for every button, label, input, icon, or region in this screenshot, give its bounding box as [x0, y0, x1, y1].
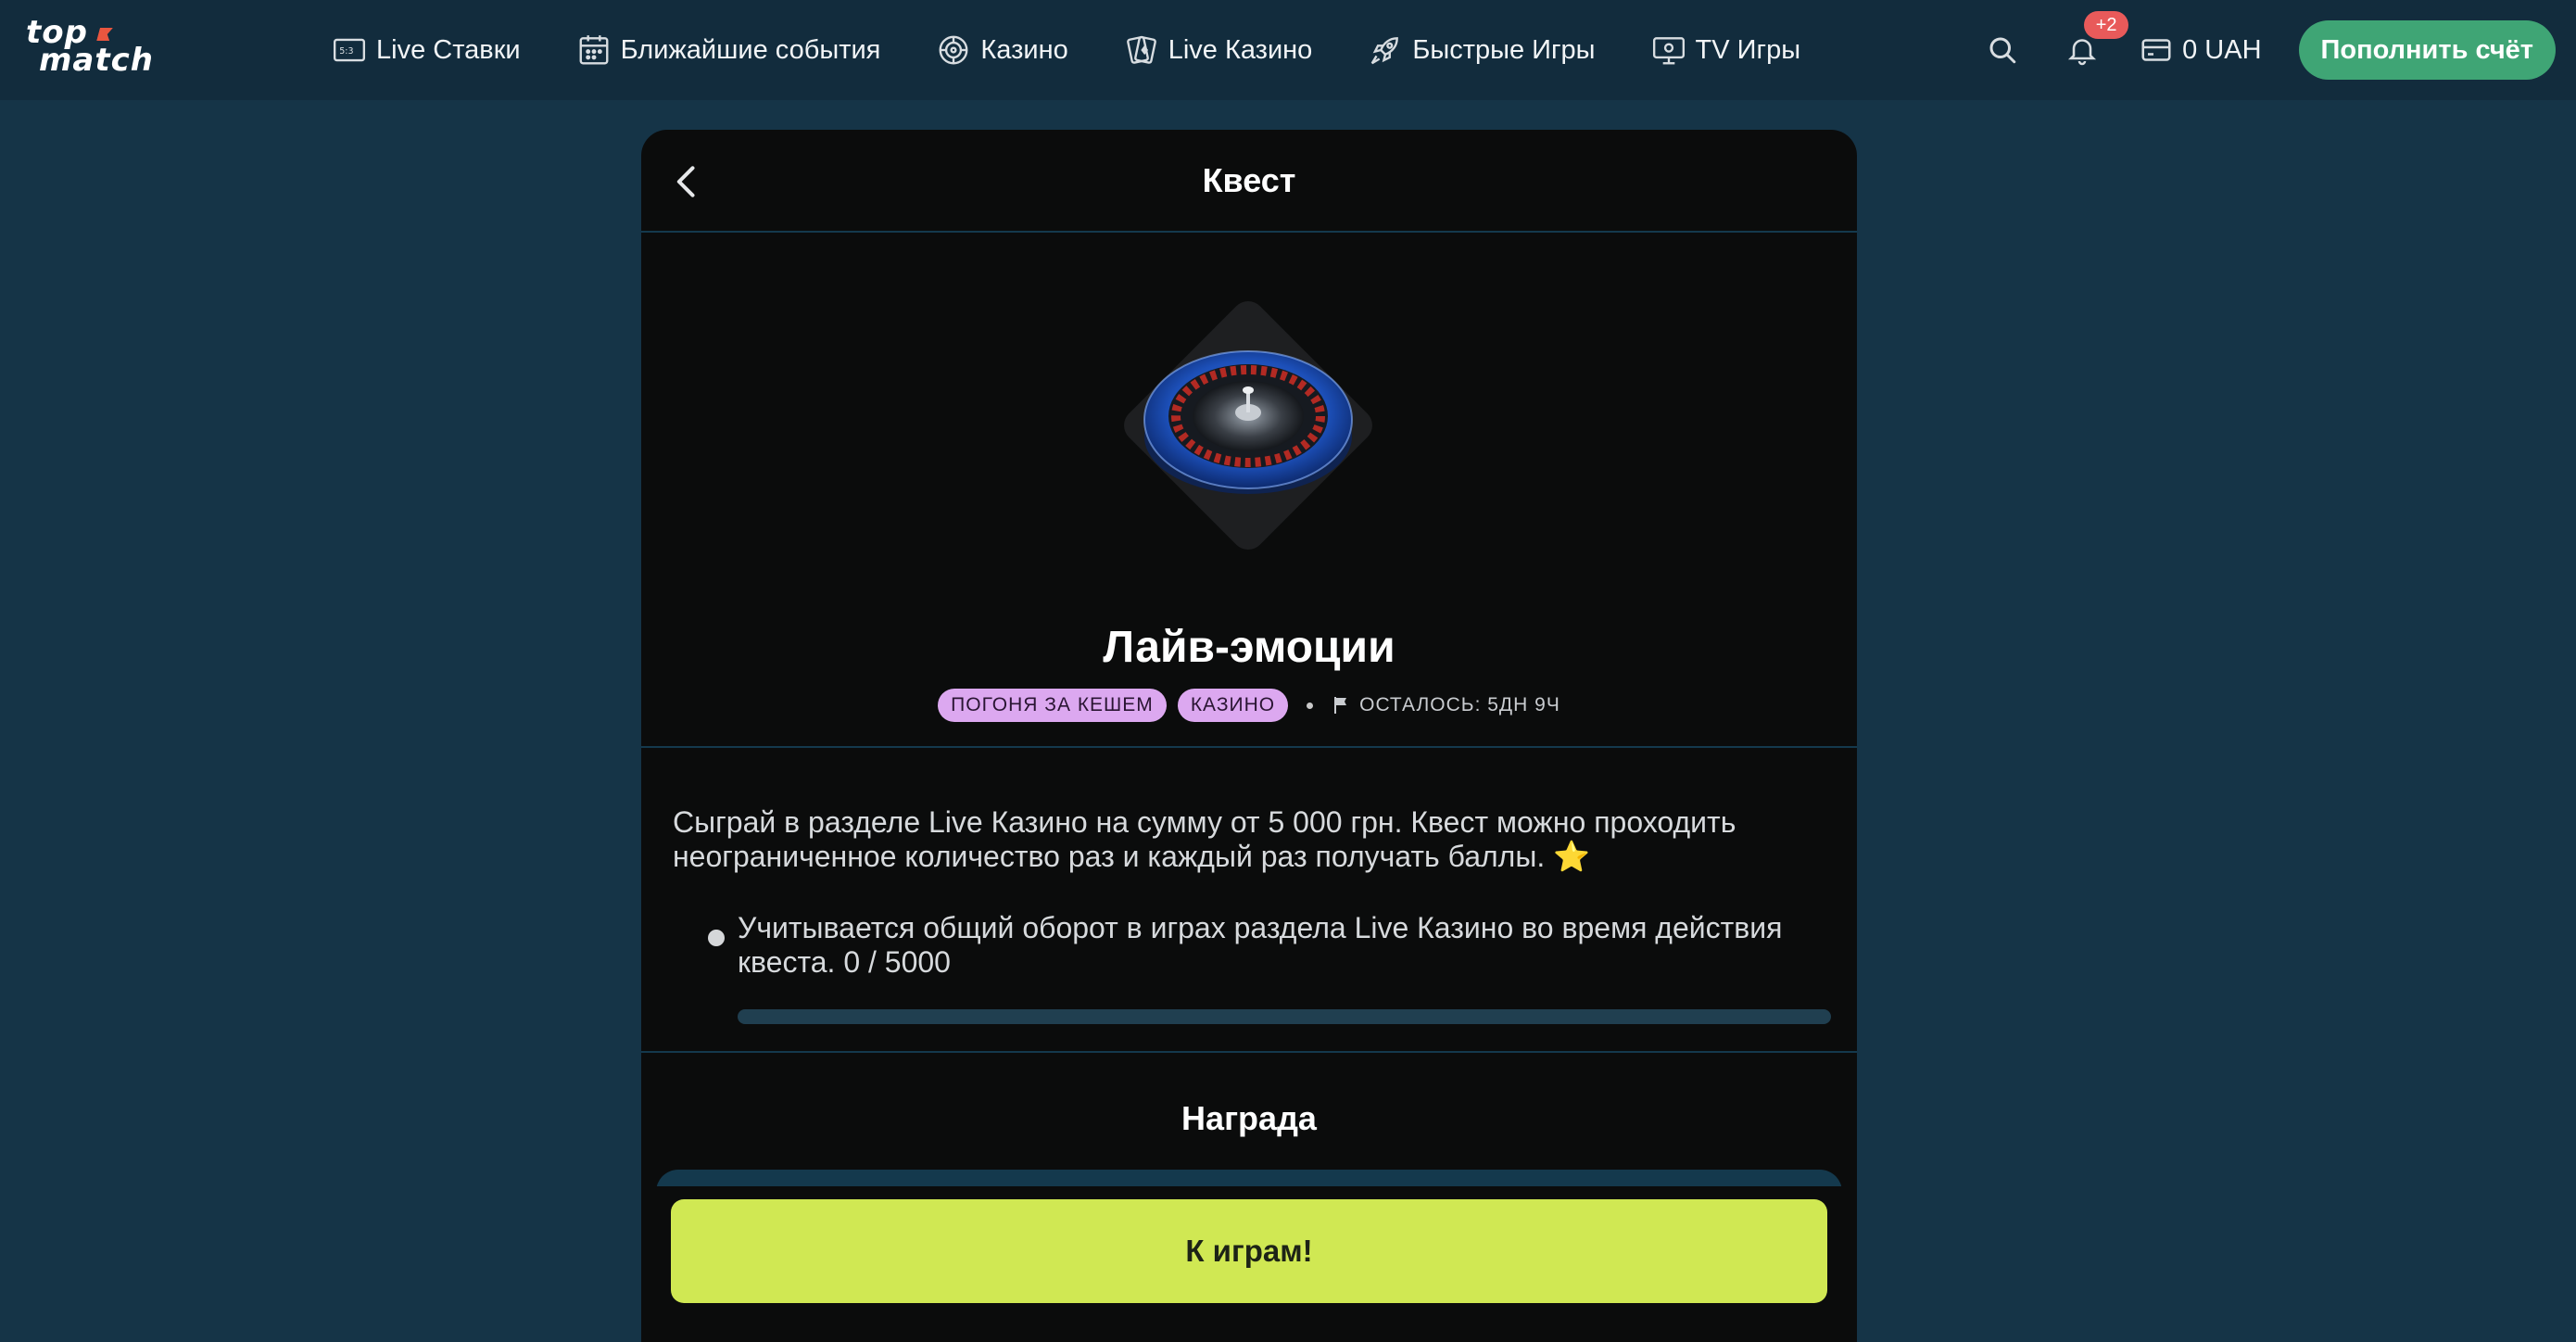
notifications-button[interactable]: +2 — [2064, 11, 2129, 69]
nav-item-fast-games[interactable]: Быстрые Игры — [1368, 0, 1596, 100]
search-icon — [1989, 37, 2016, 64]
notifications-count-badge: +2 — [2084, 11, 2129, 39]
roulette-wheel-image — [1124, 301, 1372, 550]
search-button[interactable] — [1984, 32, 2021, 69]
nav-item-live-casino[interactable]: Live Казино — [1124, 0, 1313, 100]
quest-footer: К играм! — [641, 1186, 1857, 1342]
condition-bullet — [708, 930, 725, 946]
nav-label: Ближайшие события — [620, 34, 881, 65]
nav-label: Live Ставки — [376, 34, 521, 65]
calendar-icon — [579, 35, 609, 65]
rocket-icon — [1371, 37, 1399, 65]
quest-condition: Учитывается общий оборот в играх раздела… — [673, 911, 1831, 1024]
separator-dot — [1307, 702, 1314, 709]
nav-label: Live Казино — [1168, 34, 1313, 65]
go-to-games-button[interactable]: К играм! — [671, 1199, 1827, 1303]
quest-hero: Лайв-эмоции ПОГОНЯ ЗА КЕШЕМ КАЗИНО ОСТАЛ… — [641, 233, 1857, 748]
nav-item-upcoming-events[interactable]: Ближайшие события — [576, 0, 881, 100]
scoreboard-icon: 5:3 — [333, 38, 366, 62]
tv-icon — [1652, 37, 1685, 65]
time-remaining-text: ОСТАЛОСЬ: 5ДН 9Ч — [1359, 694, 1560, 715]
condition-text: Учитывается общий оборот в играх раздела… — [738, 911, 1783, 979]
balance-amount: 0 UAH — [2182, 34, 2262, 65]
nav-label: Казино — [980, 34, 1068, 65]
nav-label: TV Игры — [1695, 34, 1801, 65]
section-divider — [641, 1051, 1857, 1053]
time-remaining: ОСТАЛОСЬ: 5ДН 9Ч — [1330, 694, 1560, 716]
quest-panel: Квест Лайв-эмоции ПОГОНЯ ЗА КЕШЕМ КАЗИНО… — [641, 130, 1857, 1342]
topmatch-logo[interactable]: top match — [26, 17, 174, 82]
deposit-button[interactable]: Пополнить счёт — [2298, 20, 2556, 80]
nav-label: Быстрые Игры — [1412, 34, 1596, 65]
cards-icon — [1126, 35, 1156, 64]
logo-text-match: match — [39, 42, 154, 79]
main-nav: 5:3 Live Ставки Ближайшие события Казино — [332, 0, 1856, 100]
svg-text:5:3: 5:3 — [339, 46, 353, 57]
quest-name: Лайв-эмоции — [1103, 623, 1395, 672]
header-tools: +2 0 UAH Пополнить счёт — [1984, 0, 2556, 100]
quest-tags: ПОГОНЯ ЗА КЕШЕМ КАЗИНО ОСТАЛОСЬ: 5ДН 9Ч — [641, 689, 1857, 722]
chevron-left-icon — [676, 166, 695, 197]
back-button[interactable] — [667, 161, 708, 202]
tag-cash-chase: ПОГОНЯ ЗА КЕШЕМ — [938, 689, 1167, 722]
reward-title: Награда — [1181, 1099, 1317, 1137]
top-navigation-bar: top match 5:3 Live Ставки Ближайшие собы… — [0, 0, 2576, 100]
balance-display[interactable]: 0 UAH — [2140, 33, 2262, 67]
nav-item-live-bets[interactable]: 5:3 Live Ставки — [332, 0, 521, 100]
nav-item-tv-games[interactable]: TV Игры — [1651, 0, 1801, 100]
wallet-card-icon — [2141, 39, 2171, 61]
progress-bar — [738, 1009, 1831, 1024]
description-text: Сыграй в разделе Live Казино на сумму от… — [673, 805, 1736, 873]
quest-description: Сыграй в разделе Live Казино на сумму от… — [641, 748, 1857, 1024]
roulette-chip-icon — [939, 35, 968, 65]
page-title: Квест — [1202, 160, 1296, 199]
quest-header: Квест — [641, 130, 1857, 233]
nav-item-casino[interactable]: Казино — [936, 0, 1068, 100]
tag-casino: КАЗИНО — [1177, 689, 1289, 722]
flag-icon — [1334, 697, 1347, 714]
